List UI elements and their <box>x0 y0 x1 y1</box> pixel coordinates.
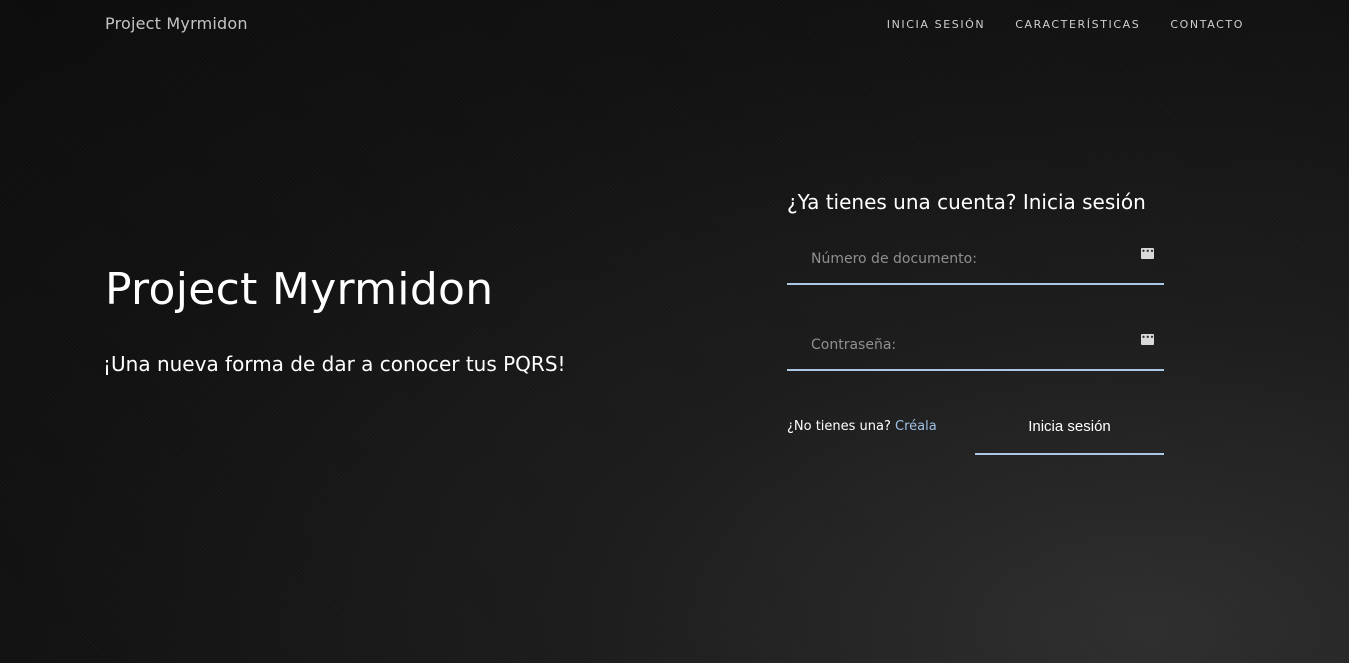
nav-link-contact[interactable]: CONTACTO <box>1170 18 1244 31</box>
login-submit-button[interactable]: Inicia sesión <box>975 400 1164 455</box>
brand-logo-link[interactable]: Project Myrmidon <box>105 14 248 33</box>
top-nav: INICIA SESIÓN CARACTERÍSTICAS CONTACTO <box>887 18 1244 31</box>
hero-title: Project Myrmidon <box>105 264 494 315</box>
password-input[interactable] <box>787 321 1164 369</box>
signup-link[interactable]: Créala <box>895 419 937 434</box>
document-input[interactable] <box>787 235 1164 283</box>
password-manager-icon[interactable]: ••• <box>1141 334 1154 345</box>
password-field: ••• <box>787 321 1164 371</box>
signup-prompt: ¿No tienes una? Créala <box>787 419 937 434</box>
hero-subtitle: ¡Una nueva forma de dar a conocer tus PQ… <box>103 352 566 376</box>
document-field: ••• <box>787 235 1164 285</box>
login-title: ¿Ya tienes una cuenta? Inicia sesión <box>787 190 1146 214</box>
signup-text: ¿No tienes una? <box>787 419 891 434</box>
nav-link-login[interactable]: INICIA SESIÓN <box>887 18 986 31</box>
nav-link-features[interactable]: CARACTERÍSTICAS <box>1015 18 1140 31</box>
password-manager-icon[interactable]: ••• <box>1141 248 1154 259</box>
